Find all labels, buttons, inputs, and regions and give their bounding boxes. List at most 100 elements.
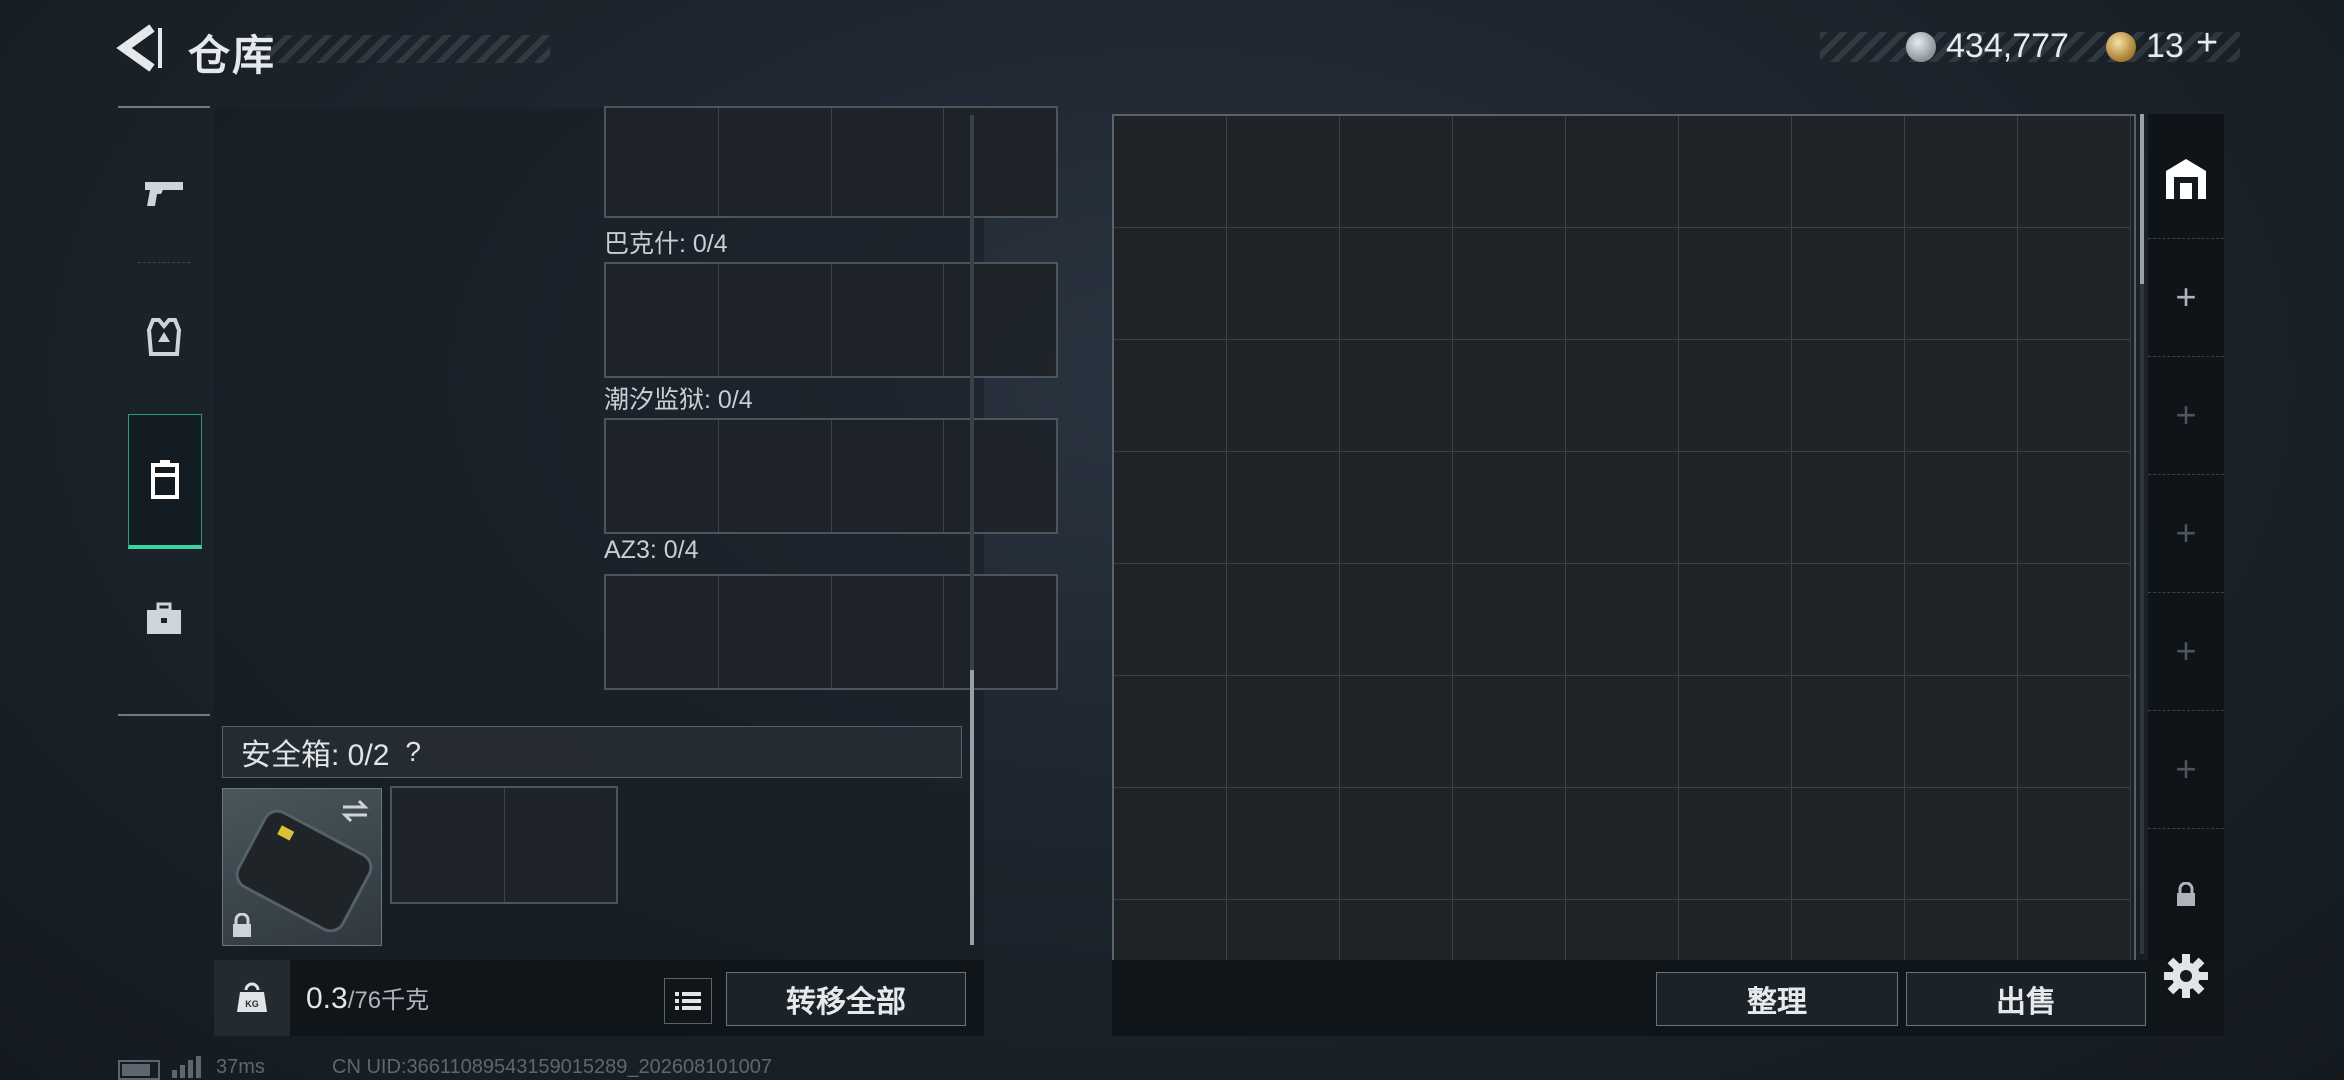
storage-cell[interactable] xyxy=(1679,676,1792,788)
storage-cell[interactable] xyxy=(1679,564,1792,676)
storage-tab-add-2[interactable]: + xyxy=(2148,356,2224,475)
rail-item-weapons[interactable] xyxy=(128,128,200,258)
storage-cell[interactable] xyxy=(1114,900,1227,962)
storage-cell[interactable] xyxy=(1227,676,1340,788)
sell-button[interactable]: 出售 xyxy=(1906,972,2146,1026)
storage-cell[interactable] xyxy=(1453,676,1566,788)
storage-cell[interactable] xyxy=(1679,340,1792,452)
storage-cell[interactable] xyxy=(1566,564,1679,676)
storage-cell[interactable] xyxy=(1679,116,1792,228)
storage-cell[interactable] xyxy=(1453,116,1566,228)
storage-cell[interactable] xyxy=(1905,676,2018,788)
storage-cell[interactable] xyxy=(1340,564,1453,676)
storage-cell[interactable] xyxy=(2018,340,2131,452)
storage-cell[interactable] xyxy=(1792,564,1905,676)
storage-cell[interactable] xyxy=(1679,228,1792,340)
storage-cell[interactable] xyxy=(1114,452,1227,564)
transfer-all-button[interactable]: 转移全部 xyxy=(726,972,966,1026)
storage-cell[interactable] xyxy=(1227,564,1340,676)
storage-cell[interactable] xyxy=(1453,452,1566,564)
storage-cell[interactable] xyxy=(1905,564,2018,676)
storage-cell[interactable] xyxy=(1453,564,1566,676)
storage-cell[interactable] xyxy=(1566,228,1679,340)
storage-cell[interactable] xyxy=(1566,116,1679,228)
storage-cell[interactable] xyxy=(1905,340,2018,452)
rail-item-backpack[interactable] xyxy=(128,414,202,549)
storage-tab-add-5[interactable]: + xyxy=(2148,710,2224,829)
storage-cell[interactable] xyxy=(2018,228,2131,340)
organize-button[interactable]: 整理 xyxy=(1656,972,1898,1026)
safebox-slots[interactable] xyxy=(390,786,618,904)
slot-grid-top[interactable] xyxy=(604,106,1058,218)
safebox-item[interactable] xyxy=(222,788,382,946)
storage-cell[interactable] xyxy=(1340,676,1453,788)
storage-cell[interactable] xyxy=(1792,228,1905,340)
storage-cell[interactable] xyxy=(1114,564,1227,676)
storage-cell[interactable] xyxy=(1227,340,1340,452)
storage-cell[interactable] xyxy=(1566,452,1679,564)
slot-grid-tidal-prison[interactable] xyxy=(604,418,1058,534)
storage-cell[interactable] xyxy=(1227,228,1340,340)
storage-cell[interactable] xyxy=(1679,452,1792,564)
storage-cell[interactable] xyxy=(1453,788,1566,900)
storage-cell[interactable] xyxy=(1792,676,1905,788)
storage-cell[interactable] xyxy=(2018,452,2131,564)
slot-grid-az3[interactable] xyxy=(604,574,1058,690)
storage-cell[interactable] xyxy=(1792,116,1905,228)
storage-cell[interactable] xyxy=(1792,452,1905,564)
swap-icon[interactable] xyxy=(339,797,371,825)
settings-button[interactable] xyxy=(2160,950,2212,1002)
storage-cell[interactable] xyxy=(2018,116,2131,228)
rail-item-armor[interactable] xyxy=(128,272,200,402)
storage-cell[interactable] xyxy=(1340,788,1453,900)
storage-cell[interactable] xyxy=(1227,788,1340,900)
storage-cell[interactable] xyxy=(1114,788,1227,900)
storage-cell[interactable] xyxy=(1453,228,1566,340)
storage-cell[interactable] xyxy=(1340,452,1453,564)
storage-cell[interactable] xyxy=(1114,340,1227,452)
storage-cell[interactable] xyxy=(1453,340,1566,452)
storage-tab-add-4[interactable]: + xyxy=(2148,592,2224,711)
storage-cell[interactable] xyxy=(1679,900,1792,962)
storage-cell[interactable] xyxy=(1566,788,1679,900)
right-scrollbar-thumb[interactable] xyxy=(2140,114,2144,284)
storage-cell[interactable] xyxy=(1792,900,1905,962)
storage-cell[interactable] xyxy=(1905,900,2018,962)
storage-cell[interactable] xyxy=(1566,900,1679,962)
slot-grid-bakesh[interactable] xyxy=(604,262,1058,378)
storage-cell[interactable] xyxy=(1227,116,1340,228)
storage-cell[interactable] xyxy=(1227,452,1340,564)
add-currency-button[interactable]: + xyxy=(2196,22,2218,65)
storage-cell[interactable] xyxy=(2018,564,2131,676)
left-scrollbar-thumb[interactable] xyxy=(970,670,974,945)
storage-cell[interactable] xyxy=(1566,340,1679,452)
storage-cell[interactable] xyxy=(1227,900,1340,962)
storage-cell[interactable] xyxy=(2018,788,2131,900)
storage-cell[interactable] xyxy=(1340,900,1453,962)
back-button[interactable] xyxy=(112,22,170,74)
storage-cell[interactable] xyxy=(1114,676,1227,788)
storage-tab-main[interactable] xyxy=(2148,120,2224,239)
storage-cell[interactable] xyxy=(2018,900,2131,962)
storage-cell[interactable] xyxy=(1905,116,2018,228)
storage-cell[interactable] xyxy=(1905,228,2018,340)
storage-cell[interactable] xyxy=(1340,116,1453,228)
storage-cell[interactable] xyxy=(1905,788,2018,900)
storage-cell[interactable] xyxy=(1792,340,1905,452)
safebox-help-button[interactable]: ? xyxy=(405,736,421,768)
storage-grid[interactable] xyxy=(1114,116,2134,962)
storage-tab-add-1[interactable]: + xyxy=(2148,238,2224,357)
rail-item-cases[interactable] xyxy=(128,554,200,684)
storage-cell[interactable] xyxy=(1340,228,1453,340)
storage-cell[interactable] xyxy=(1905,452,2018,564)
storage-tab-add-3[interactable]: + xyxy=(2148,474,2224,593)
storage-cell[interactable] xyxy=(1792,788,1905,900)
storage-cell[interactable] xyxy=(1566,676,1679,788)
list-view-button[interactable] xyxy=(664,978,712,1024)
storage-cell[interactable] xyxy=(2018,676,2131,788)
storage-cell[interactable] xyxy=(1679,788,1792,900)
storage-cell[interactable] xyxy=(1114,228,1227,340)
storage-cell[interactable] xyxy=(1340,340,1453,452)
storage-cell[interactable] xyxy=(1453,900,1566,962)
storage-cell[interactable] xyxy=(1114,116,1227,228)
